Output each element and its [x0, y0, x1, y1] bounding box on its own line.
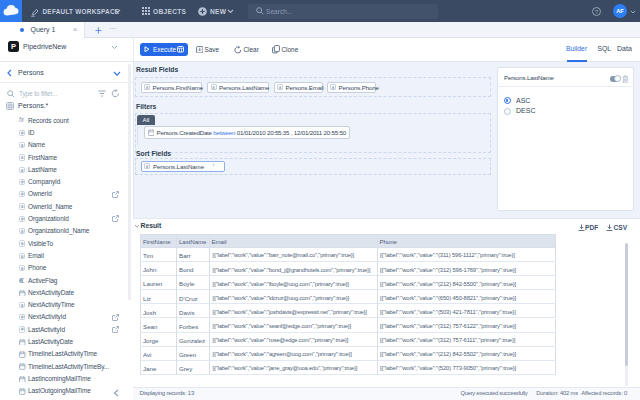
svg-text:?: ?: [595, 8, 599, 14]
